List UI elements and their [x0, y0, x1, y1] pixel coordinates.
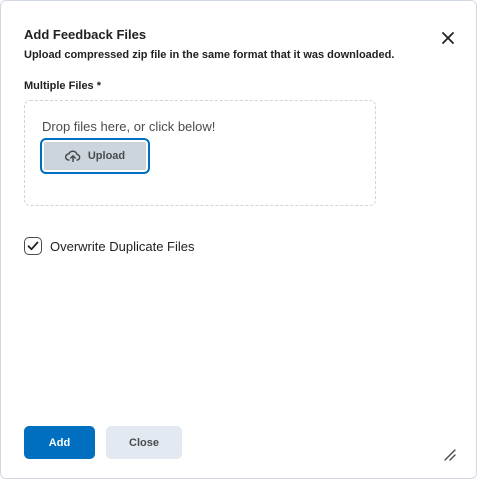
add-feedback-files-dialog: Add Feedback Files Upload compressed zip…	[0, 0, 477, 479]
cloud-upload-icon	[64, 150, 81, 162]
close-dialog-button[interactable]	[438, 28, 458, 48]
resize-handle-icon[interactable]	[441, 446, 457, 462]
overwrite-duplicates-checkbox[interactable]	[24, 237, 42, 255]
close-button[interactable]: Close	[106, 426, 182, 459]
drop-files-text: Drop files here, or click below!	[42, 119, 216, 134]
multiple-files-label: Multiple Files *	[24, 80, 102, 92]
upload-button[interactable]: Upload	[40, 138, 150, 174]
dialog-subtitle: Upload compressed zip file in the same f…	[24, 49, 395, 61]
overwrite-duplicates-label: Overwrite Duplicate Files	[50, 238, 195, 254]
add-button[interactable]: Add	[24, 426, 95, 459]
close-icon[interactable]	[441, 31, 455, 45]
checkmark-icon	[27, 241, 39, 251]
overwrite-duplicates-option[interactable]: Overwrite Duplicate Files	[24, 237, 195, 255]
dialog-title: Add Feedback Files	[24, 27, 147, 42]
upload-button-label: Upload	[87, 150, 126, 162]
file-dropzone[interactable]: Drop files here, or click below! Upload	[24, 100, 376, 206]
